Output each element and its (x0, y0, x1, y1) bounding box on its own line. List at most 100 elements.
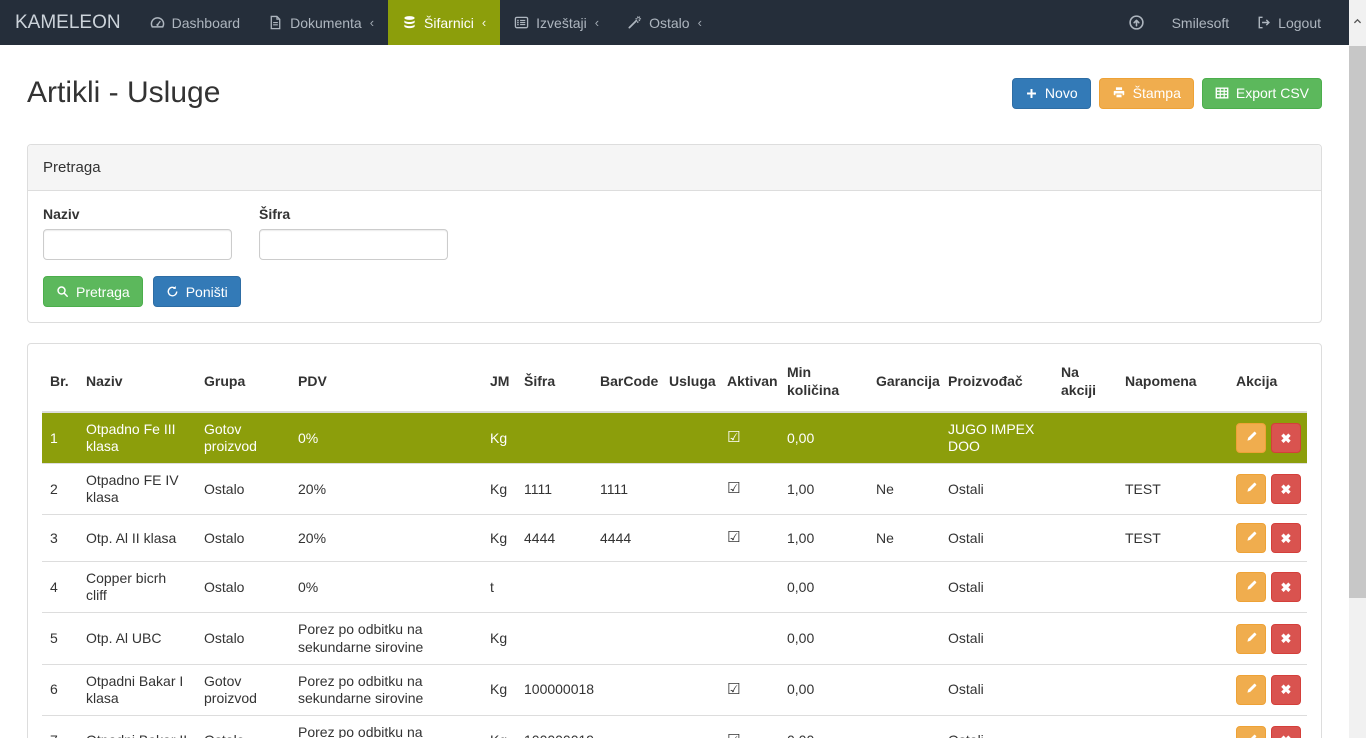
delete-button[interactable]: ✖ (1271, 523, 1301, 553)
delete-button[interactable]: ✖ (1271, 726, 1301, 738)
cell-br: 3 (42, 515, 78, 562)
cell-proizvodjac: Ostali (940, 464, 1053, 515)
cell-na-akciji (1053, 515, 1117, 562)
cell-na-akciji (1053, 464, 1117, 515)
cell-proizvodjac: Ostali (940, 715, 1053, 738)
nav-item-ostalo[interactable]: Ostalo ‹ (613, 0, 716, 45)
cell-min-kolicina: 0,00 (779, 412, 868, 464)
table-row[interactable]: 3 Otp. Al II klasa Ostalo 20% Kg 4444 44… (42, 515, 1307, 562)
edit-button[interactable] (1236, 572, 1266, 602)
cell-barcode (592, 664, 661, 715)
nav-item-sifarnici[interactable]: Šifarnici ‹ (388, 0, 500, 45)
cell-napomena (1117, 412, 1228, 464)
cell-proizvodjac: Ostali (940, 664, 1053, 715)
cell-na-akciji (1053, 562, 1117, 613)
cell-naziv: Otp. Al UBC (78, 613, 196, 664)
novo-button[interactable]: Novo (1012, 78, 1091, 109)
cell-proizvodjac: JUGO IMPEX DOO (940, 412, 1053, 464)
brand[interactable]: KAMELEON (0, 0, 136, 45)
naziv-input[interactable] (43, 229, 232, 260)
angle-left-icon: ‹ (595, 15, 599, 30)
nav-company[interactable]: Smilesoft (1172, 15, 1230, 31)
nav-item-dashboard[interactable]: Dashboard (136, 0, 255, 45)
chevron-up-icon (1352, 14, 1363, 32)
table-row[interactable]: 4 Copper bicrh cliff Ostalo 0% t 0,00 Os… (42, 562, 1307, 613)
cell-grupa: Ostalo (196, 562, 290, 613)
cell-sifra: 1111 (516, 464, 592, 515)
cell-na-akciji (1053, 613, 1117, 664)
table-header-row: Br. Naziv Grupa PDV JM Šifra BarCode Usl… (42, 352, 1307, 412)
cell-usluga (661, 664, 719, 715)
cell-usluga (661, 464, 719, 515)
scrollbar-thumb[interactable] (1349, 46, 1366, 598)
cell-napomena (1117, 613, 1228, 664)
aktivan-checkbox-icon: ☑ (719, 664, 779, 715)
arrow-circle-up-icon[interactable] (1128, 14, 1145, 31)
vertical-scrollbar[interactable] (1349, 0, 1366, 738)
table-row[interactable]: 2 Otpadno FE IV klasa Ostalo 20% Kg 1111… (42, 464, 1307, 515)
cell-jm: t (482, 562, 516, 613)
edit-button[interactable] (1236, 523, 1266, 553)
table-row[interactable]: 7 Otpadni Bakar II Ostalo Porez po odbit… (42, 715, 1307, 738)
cell-pdv: 0% (290, 412, 482, 464)
delete-button[interactable]: ✖ (1271, 572, 1301, 602)
cell-naziv: Otpadno FE IV klasa (78, 464, 196, 515)
scroll-up-button[interactable] (1349, 0, 1366, 46)
angle-left-icon: ‹ (698, 15, 702, 30)
edit-button[interactable] (1236, 423, 1266, 453)
table-row[interactable]: 5 Otp. Al UBC Ostalo Porez po odbitku na… (42, 613, 1307, 664)
delete-button[interactable]: ✖ (1271, 675, 1301, 705)
cell-barcode: 1111 (592, 464, 661, 515)
cell-sifra (516, 412, 592, 464)
stampa-button[interactable]: Štampa (1099, 78, 1194, 109)
sifra-input[interactable] (259, 229, 448, 260)
cell-grupa: Ostalo (196, 515, 290, 562)
pencil-icon (1245, 579, 1258, 595)
cell-garancija: Ne (868, 515, 940, 562)
col-header-barcode: BarCode (592, 352, 661, 412)
logout-button[interactable]: Logout (1256, 15, 1321, 31)
pencil-icon (1245, 481, 1258, 497)
nav-label: Šifarnici (424, 15, 474, 31)
cell-proizvodjac: Ostali (940, 613, 1053, 664)
col-header-aktivan: Aktivan (719, 352, 779, 412)
aktivan-checkbox-icon: ☑ (719, 412, 779, 464)
cell-min-kolicina: 0,00 (779, 715, 868, 738)
col-header-proizvodjac: Proizvođač (940, 352, 1053, 412)
cell-akcija: ✖ (1228, 464, 1307, 515)
delete-button[interactable]: ✖ (1271, 474, 1301, 504)
table-row[interactable]: 6 Otpadni Bakar I klasa Gotov proizvod P… (42, 664, 1307, 715)
aktivan-checkbox-icon (719, 562, 779, 613)
cell-min-kolicina: 1,00 (779, 515, 868, 562)
edit-button[interactable] (1236, 726, 1266, 738)
edit-button[interactable] (1236, 675, 1266, 705)
cell-garancija (868, 613, 940, 664)
export-csv-button[interactable]: Export CSV (1202, 78, 1322, 109)
x-icon: ✖ (1281, 632, 1292, 645)
cell-pdv: 0% (290, 562, 482, 613)
pencil-icon (1245, 530, 1258, 546)
nav-item-dokumenta[interactable]: Dokumenta ‹ (254, 0, 388, 45)
table-row[interactable]: 1 Otpadno Fe III klasa Gotov proizvod 0%… (42, 412, 1307, 464)
cell-sifra: 100000019 (516, 715, 592, 738)
nav-item-izvestaji[interactable]: Izveštaji ‹ (500, 0, 613, 45)
cell-usluga (661, 715, 719, 738)
col-header-napomena: Napomena (1117, 352, 1228, 412)
search-panel-title: Pretraga (28, 145, 1321, 191)
nav-label: Ostalo (649, 15, 689, 31)
cell-usluga (661, 412, 719, 464)
page-container: Artikli - Usluge Novo Štampa Export CSV … (27, 71, 1322, 738)
edit-button[interactable] (1236, 474, 1266, 504)
delete-button[interactable]: ✖ (1271, 624, 1301, 654)
edit-button[interactable] (1236, 624, 1266, 654)
cell-pdv: Porez po odbitku na sekundarne sirovine (290, 664, 482, 715)
delete-button[interactable]: ✖ (1271, 423, 1301, 453)
aktivan-checkbox-icon: ☑ (719, 515, 779, 562)
pretraga-button[interactable]: Pretraga (43, 276, 143, 307)
col-header-br: Br. (42, 352, 78, 412)
export-csv-label: Export CSV (1236, 85, 1309, 101)
articles-table: Br. Naziv Grupa PDV JM Šifra BarCode Usl… (42, 352, 1307, 738)
page-title: Artikli - Usluge (27, 76, 220, 110)
results-panel: Br. Naziv Grupa PDV JM Šifra BarCode Usl… (27, 343, 1322, 738)
ponisti-button[interactable]: Poništi (153, 276, 241, 307)
